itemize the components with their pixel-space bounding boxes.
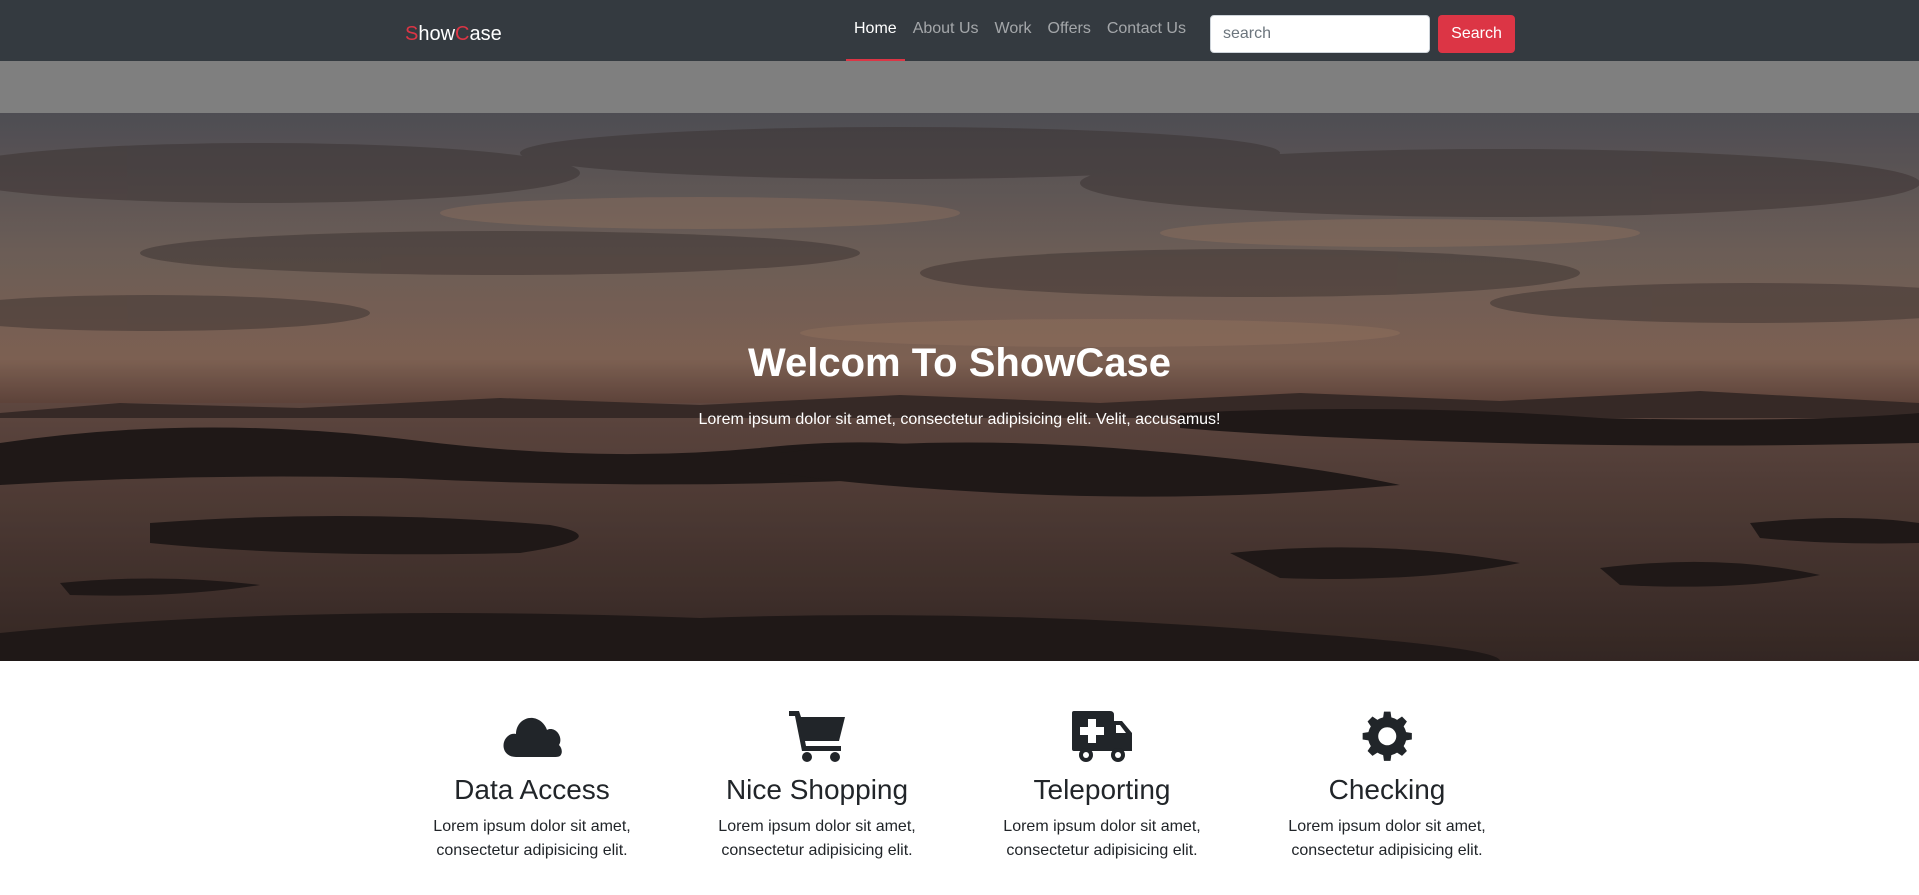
cloud-icon <box>500 707 564 763</box>
hero-subtitle: Lorem ipsum dolor sit amet, consectetur … <box>698 411 1221 428</box>
brand-letter-c: C <box>455 23 470 45</box>
gear-icon <box>1355 707 1419 763</box>
feature-title: Checking <box>1328 774 1446 805</box>
brand-letter-s: S <box>405 23 419 45</box>
subheader-band <box>0 61 1919 113</box>
hero-title: Welcom To ShowCase <box>747 341 1172 385</box>
feature-title: Teleporting <box>1033 774 1171 805</box>
nav-link-contact-us[interactable]: Contact Us <box>1099 0 1194 61</box>
nav-link-work[interactable]: Work <box>987 0 1040 61</box>
search-input[interactable] <box>1210 15 1430 53</box>
feature-text: Lorem ipsum dolor sit amet, consectetur … <box>1288 818 1486 859</box>
feature-text: Lorem ipsum dolor sit amet, consectetur … <box>433 818 631 859</box>
nav-link-home[interactable]: Home <box>846 0 905 61</box>
ambulance-icon <box>1070 707 1134 763</box>
feature-title: Nice Shopping <box>725 774 909 805</box>
feature-text: Lorem ipsum dolor sit amet, consectetur … <box>1003 818 1201 859</box>
brand-text-how: how <box>418 23 456 45</box>
shopping-cart-icon <box>785 707 849 763</box>
brand-logo[interactable]: ShowCase <box>405 22 502 46</box>
features-section: Data Access Lorem ipsum dolor sit amet, … <box>0 661 1919 895</box>
main-nav: Home About Us Work Offers Contact Us <box>846 0 1194 61</box>
feature-text: Lorem ipsum dolor sit amet, consectetur … <box>718 818 916 859</box>
top-navbar: ShowCase Home About Us Work Offers Conta… <box>0 0 1919 61</box>
search-button[interactable]: Search <box>1438 15 1515 53</box>
brand-text-ase: ase <box>469 23 502 45</box>
hero-background-image <box>0 113 1919 661</box>
nav-link-about-us[interactable]: About Us <box>905 0 987 61</box>
nav-link-offers[interactable]: Offers <box>1040 0 1099 61</box>
feature-title: Data Access <box>454 774 610 805</box>
hero-section: Welcom To ShowCase Lorem ipsum dolor sit… <box>0 113 1919 661</box>
